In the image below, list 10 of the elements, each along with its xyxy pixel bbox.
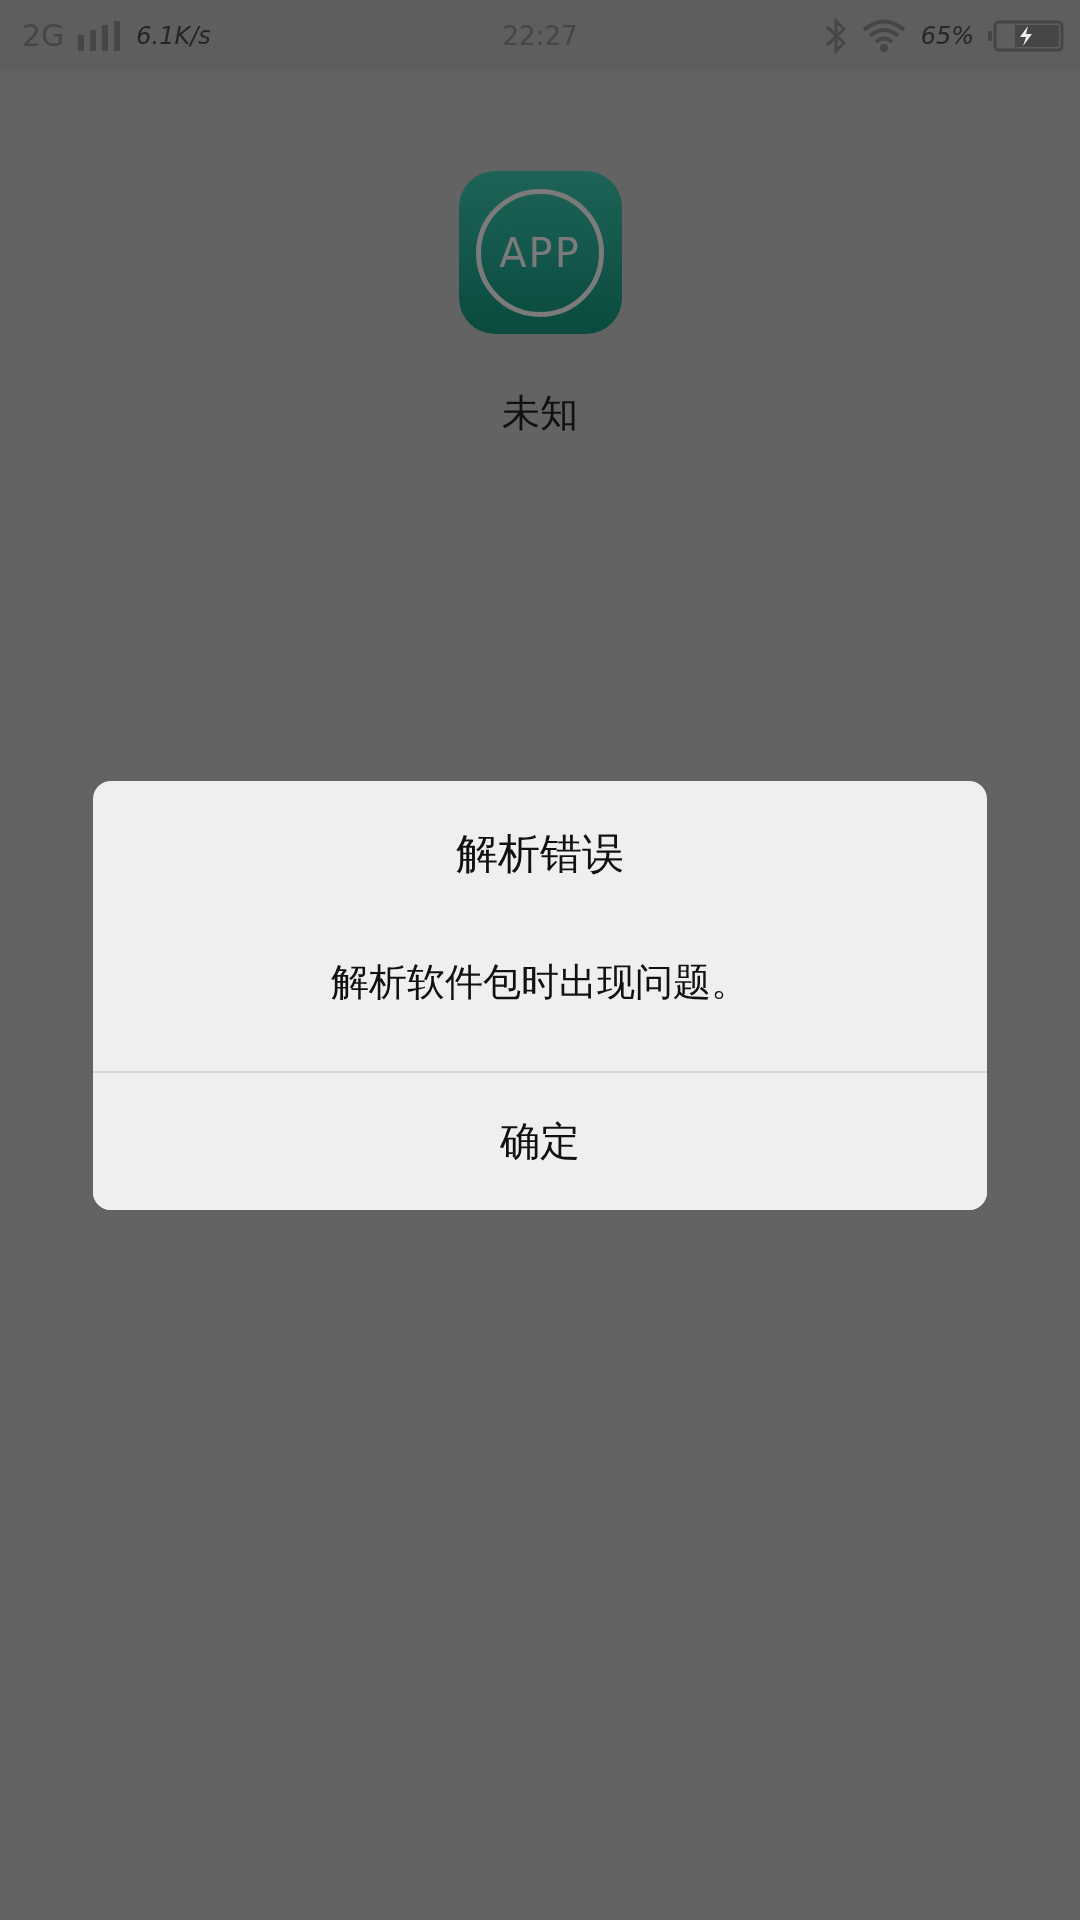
dialog-message: 解析软件包时出现问题。 — [331, 959, 749, 1006]
network-speed: 6.1K/s — [136, 21, 211, 50]
signal-icon — [78, 20, 123, 51]
battery-percent: 65% — [920, 21, 974, 50]
battery-charging-icon — [988, 19, 1064, 52]
bluetooth-icon — [824, 16, 847, 55]
wifi-icon — [860, 18, 907, 53]
app-icon: APP — [458, 171, 622, 334]
dialog-title: 解析错误 — [456, 828, 624, 880]
app-name: 未知 — [502, 390, 578, 437]
